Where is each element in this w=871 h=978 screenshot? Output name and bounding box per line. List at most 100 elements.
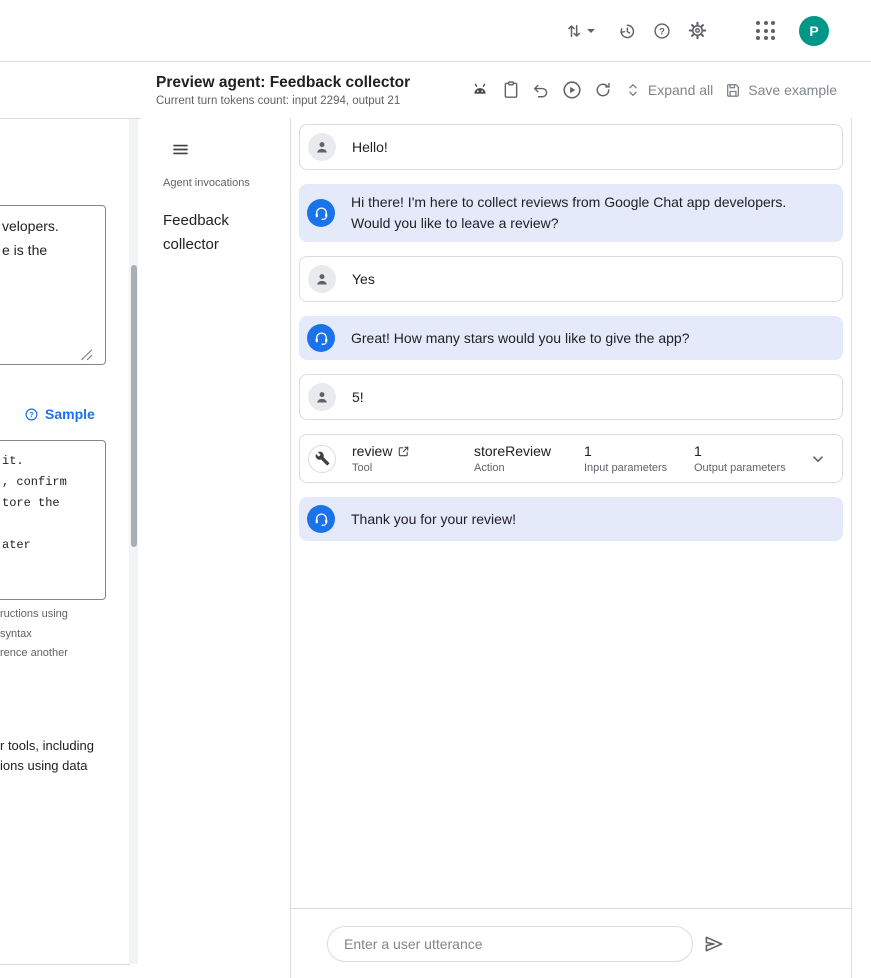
expand-all-button[interactable]: Expand all bbox=[623, 80, 713, 100]
invocation-item-feedback-collector[interactable]: Feedback collector bbox=[163, 209, 268, 257]
preview-header: Preview agent: Feedback collector Curren… bbox=[141, 62, 852, 118]
open-in-new-icon[interactable] bbox=[397, 445, 410, 458]
agent-avatar bbox=[307, 199, 335, 227]
scrollbar-thumb[interactable] bbox=[131, 265, 137, 547]
expand-all-label: Expand all bbox=[648, 82, 713, 98]
copy-conversation-button[interactable] bbox=[501, 80, 521, 100]
history-button[interactable] bbox=[617, 21, 637, 41]
replay-button[interactable] bbox=[561, 79, 583, 101]
message-list: Hello! Hi there! I'm here to collect rev… bbox=[291, 118, 851, 908]
goal-text-fragment: velopers. bbox=[2, 218, 59, 234]
resize-handle-icon[interactable] bbox=[80, 348, 93, 361]
user-message: 5! bbox=[299, 374, 843, 420]
action-column: storeReview Action bbox=[474, 443, 568, 474]
settings-button[interactable] bbox=[687, 20, 708, 41]
android-preview-button[interactable] bbox=[469, 79, 491, 101]
unfold-more-icon bbox=[623, 80, 643, 100]
gear-icon bbox=[687, 20, 708, 41]
headset-icon bbox=[313, 205, 330, 222]
message-text: Yes bbox=[352, 269, 383, 290]
preview-body: Agent invocations Feedback collector Hel… bbox=[141, 118, 852, 978]
preview-title: Preview agent: Feedback collector bbox=[156, 74, 410, 92]
apps-grid-button[interactable] bbox=[756, 21, 775, 40]
chevron-down-icon bbox=[587, 29, 595, 33]
help-button[interactable]: ? bbox=[652, 21, 672, 41]
expand-tool-button[interactable] bbox=[808, 449, 828, 469]
instruction-fragment: ater bbox=[2, 538, 31, 552]
clipboard-icon bbox=[501, 80, 521, 100]
goal-text-fragment: e is the bbox=[2, 242, 47, 258]
agent-message: Hi there! I'm here to collect reviews fr… bbox=[299, 184, 843, 242]
play-circle-icon bbox=[561, 79, 583, 101]
hamburger-icon bbox=[171, 140, 190, 159]
agent-avatar bbox=[307, 505, 335, 533]
hint-text-fragment: syntax bbox=[0, 628, 32, 640]
history-icon bbox=[617, 21, 637, 41]
undo-button[interactable] bbox=[531, 80, 551, 100]
sort-order-button[interactable] bbox=[564, 21, 595, 41]
input-parameters-value: 1 bbox=[584, 443, 678, 459]
input-parameters-label: Input parameters bbox=[584, 462, 678, 474]
svg-text:?: ? bbox=[29, 411, 33, 419]
refresh-icon bbox=[593, 80, 613, 100]
help-circle-icon: ? bbox=[24, 407, 39, 422]
utterance-input[interactable] bbox=[327, 926, 693, 962]
headset-icon bbox=[313, 511, 330, 528]
preview-toolbar: Expand all Save example bbox=[469, 79, 837, 101]
person-icon bbox=[313, 388, 331, 406]
user-avatar bbox=[308, 383, 336, 411]
instruction-fragment: it. bbox=[2, 454, 24, 468]
message-text: Great! How many stars would you like to … bbox=[351, 328, 698, 349]
action-name: storeReview bbox=[474, 443, 568, 459]
save-icon bbox=[723, 80, 743, 100]
message-text: Thank you for your review! bbox=[351, 509, 524, 530]
composer bbox=[291, 908, 851, 978]
divider bbox=[0, 964, 130, 965]
send-button[interactable] bbox=[702, 932, 726, 956]
preview-titles: Preview agent: Feedback collector Curren… bbox=[156, 74, 410, 107]
preview-pane: Preview agent: Feedback collector Curren… bbox=[141, 62, 852, 978]
headset-icon bbox=[313, 330, 330, 347]
save-example-button[interactable]: Save example bbox=[723, 80, 837, 100]
message-text: Hi there! I'm here to collect reviews fr… bbox=[351, 192, 835, 234]
wrench-icon bbox=[315, 451, 330, 466]
android-icon bbox=[469, 79, 491, 101]
output-parameters-value: 1 bbox=[694, 443, 788, 459]
divider bbox=[0, 118, 141, 119]
person-icon bbox=[313, 138, 331, 156]
person-icon bbox=[313, 270, 331, 288]
user-avatar bbox=[308, 133, 336, 161]
token-count-text: Current turn tokens count: input 2294, o… bbox=[156, 95, 410, 107]
section-text-fragment: r tools, including bbox=[0, 738, 94, 753]
refresh-button[interactable] bbox=[593, 80, 613, 100]
sample-link[interactable]: ? Sample bbox=[24, 406, 95, 422]
tool-name-column: review Tool bbox=[352, 443, 458, 474]
help-icon: ? bbox=[652, 21, 672, 41]
message-text: Hello! bbox=[352, 137, 396, 158]
agent-message: Thank you for your review! bbox=[299, 497, 843, 541]
undo-icon bbox=[531, 80, 551, 100]
invocations-label: Agent invocations bbox=[163, 177, 290, 189]
account-avatar[interactable]: P bbox=[799, 16, 829, 46]
instruction-fragment: tore the bbox=[2, 496, 60, 510]
instruction-fragment: , confirm bbox=[2, 475, 67, 489]
global-topbar: ? P bbox=[0, 0, 871, 62]
scrollbar-track[interactable] bbox=[129, 119, 138, 964]
agent-avatar bbox=[307, 324, 335, 352]
send-icon bbox=[702, 932, 726, 956]
user-message: Yes bbox=[299, 256, 843, 302]
tool-label: Tool bbox=[352, 462, 458, 474]
input-parameters-column: 1 Input parameters bbox=[584, 443, 678, 474]
swap-vertical-icon bbox=[564, 21, 584, 41]
output-parameters-label: Output parameters bbox=[694, 462, 788, 474]
tool-invocation-card[interactable]: review Tool storeReview Action 1 Input p… bbox=[299, 434, 843, 483]
sample-link-label: Sample bbox=[45, 406, 95, 422]
user-avatar bbox=[308, 265, 336, 293]
conversation-panel: Hello! Hi there! I'm here to collect rev… bbox=[290, 118, 852, 978]
output-parameters-column: 1 Output parameters bbox=[694, 443, 788, 474]
chevron-down-icon bbox=[808, 449, 828, 469]
agent-settings-panel: velopers. e is the ? Sample it. , confir… bbox=[0, 62, 142, 978]
menu-button[interactable] bbox=[171, 140, 190, 159]
tool-avatar bbox=[308, 445, 336, 473]
agent-invocations-panel: Agent invocations Feedback collector bbox=[141, 118, 290, 978]
